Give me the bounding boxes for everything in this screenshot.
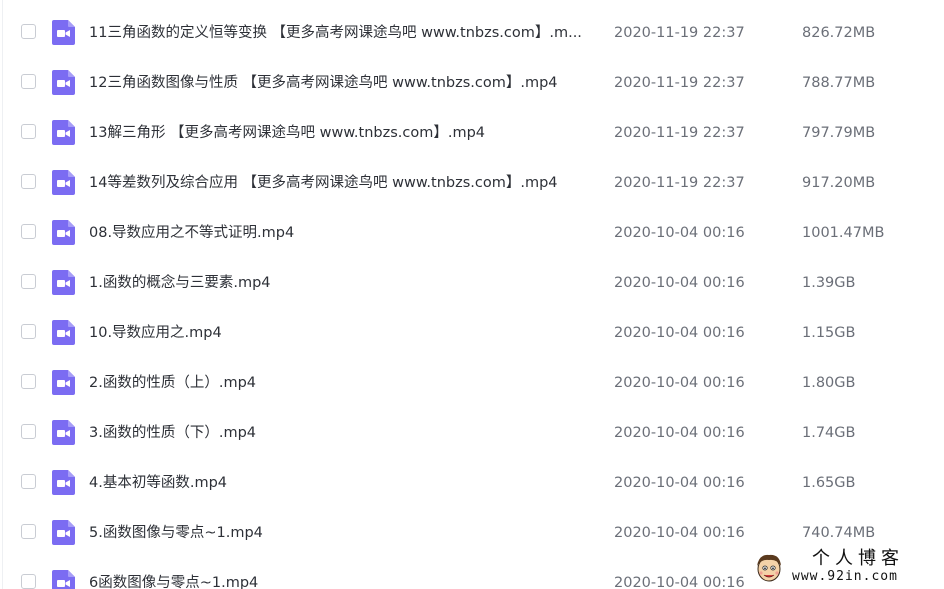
blog-watermark: 个人博客 www.92in.com [750,548,944,589]
video-file-icon [52,220,75,245]
file-date: 2020-10-04 00:16 [614,225,745,241]
file-size: 1001.47MB [802,225,885,241]
file-row[interactable]: 2.函数的性质（上）.mp4 2020-10-04 00:16 1.80GB [0,354,944,404]
file-row[interactable]: 10.导数应用之.mp4 2020-10-04 00:16 1.15GB [0,304,944,354]
file-row[interactable]: 12三角函数图像与性质 【更多高考网课途鸟吧 www.tnbzs.com】.mp… [0,54,944,104]
file-name[interactable]: 3.函数的性质（下）.mp4 [89,423,599,443]
watermark-url: www.92in.com [792,569,898,584]
row-checkbox[interactable] [21,574,36,589]
video-file-icon [52,320,75,345]
file-name[interactable]: 10.导数应用之.mp4 [89,323,599,343]
file-list: 11三角函数的定义恒等变换 【更多高考网课途鸟吧 www.tnbzs.com】.… [0,0,944,589]
video-file-icon [52,520,75,545]
file-date: 2020-10-04 00:16 [614,525,745,541]
video-file-icon [52,470,75,495]
file-date: 2020-10-04 00:16 [614,325,745,341]
file-name[interactable]: 12三角函数图像与性质 【更多高考网课途鸟吧 www.tnbzs.com】.mp… [89,73,599,93]
file-size: 797.79MB [802,125,876,141]
row-checkbox[interactable] [21,24,36,39]
video-file-icon [52,570,75,589]
file-row[interactable]: 14等差数列及综合应用 【更多高考网课途鸟吧 www.tnbzs.com】.mp… [0,154,944,204]
file-name[interactable]: 4.基本初等函数.mp4 [89,473,599,493]
file-size: 826.72MB [802,25,876,41]
file-size: 1.65GB [802,475,856,491]
file-date: 2020-10-04 00:16 [614,275,745,291]
file-size: 740.74MB [802,525,876,541]
file-row[interactable]: 11三角函数的定义恒等变换 【更多高考网课途鸟吧 www.tnbzs.com】.… [0,4,944,54]
video-file-icon [52,170,75,195]
video-file-icon [52,120,75,145]
row-checkbox[interactable] [21,174,36,189]
file-row[interactable]: 4.基本初等函数.mp4 2020-10-04 00:16 1.65GB [0,454,944,504]
file-date: 2020-11-19 22:37 [614,75,745,91]
row-checkbox[interactable] [21,524,36,539]
row-checkbox[interactable] [21,474,36,489]
file-size: 788.77MB [802,75,876,91]
cartoon-face-icon [757,554,781,582]
file-size: 1.74GB [802,425,856,441]
file-date: 2020-10-04 00:16 [614,375,745,391]
file-size: 1.80GB [802,375,856,391]
video-file-icon [52,270,75,295]
file-date: 2020-11-19 22:37 [614,175,745,191]
row-checkbox[interactable] [21,124,36,139]
file-date: 2020-10-04 00:16 [614,425,745,441]
row-checkbox[interactable] [21,74,36,89]
row-checkbox[interactable] [21,324,36,339]
file-date: 2020-10-04 00:16 [614,475,745,491]
row-checkbox[interactable] [21,374,36,389]
file-size: 1.15GB [802,325,856,341]
file-name[interactable]: 14等差数列及综合应用 【更多高考网课途鸟吧 www.tnbzs.com】.mp… [89,173,599,193]
row-checkbox[interactable] [21,224,36,239]
file-row[interactable]: 5.函数图像与零点~1.mp4 2020-10-04 00:16 740.74M… [0,504,944,554]
video-file-icon [52,370,75,395]
file-name[interactable]: 5.函数图像与零点~1.mp4 [89,523,599,543]
file-size: 917.20MB [802,175,876,191]
watermark-title: 个人博客 [812,548,904,569]
file-name[interactable]: 08.导数应用之不等式证明.mp4 [89,223,599,243]
file-name[interactable]: 2.函数的性质（上）.mp4 [89,373,599,393]
row-checkbox[interactable] [21,274,36,289]
file-row[interactable]: 1.函数的概念与三要素.mp4 2020-10-04 00:16 1.39GB [0,254,944,304]
file-name[interactable]: 6函数图像与零点~1.mp4 [89,573,599,589]
file-date: 2020-10-04 00:16 [614,575,745,589]
file-row[interactable]: 3.函数的性质（下）.mp4 2020-10-04 00:16 1.74GB [0,404,944,454]
video-file-icon [52,420,75,445]
file-name[interactable]: 13解三角形 【更多高考网课途鸟吧 www.tnbzs.com】.mp4 [89,123,599,143]
file-name[interactable]: 11三角函数的定义恒等变换 【更多高考网课途鸟吧 www.tnbzs.com】.… [89,23,599,43]
file-size: 1.39GB [802,275,856,291]
file-date: 2020-11-19 22:37 [614,125,745,141]
file-name[interactable]: 1.函数的概念与三要素.mp4 [89,273,599,293]
video-file-icon [52,20,75,45]
file-row[interactable]: 13解三角形 【更多高考网课途鸟吧 www.tnbzs.com】.mp4 202… [0,104,944,154]
file-date: 2020-11-19 22:37 [614,25,745,41]
row-checkbox[interactable] [21,424,36,439]
file-row[interactable]: 08.导数应用之不等式证明.mp4 2020-10-04 00:16 1001.… [0,204,944,254]
video-file-icon [52,70,75,95]
